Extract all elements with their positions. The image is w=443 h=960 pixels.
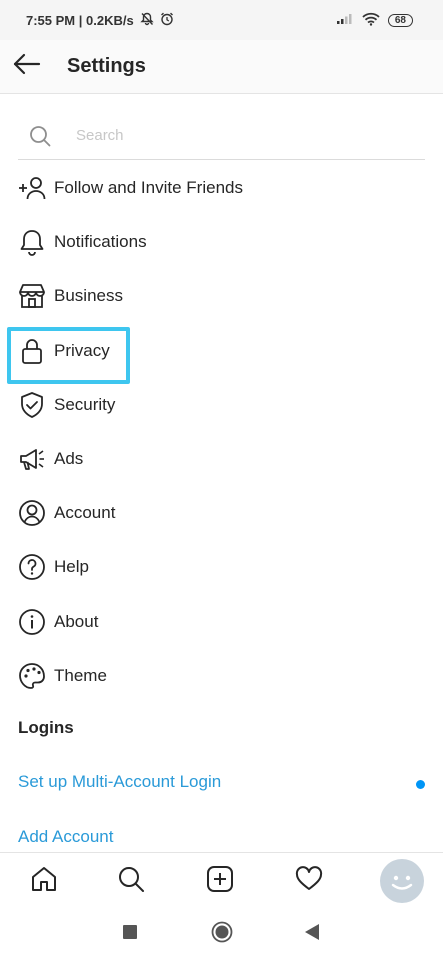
- wifi-icon: [362, 12, 380, 29]
- menu-item-theme[interactable]: Theme: [0, 649, 443, 703]
- menu-item-label: Security: [54, 394, 116, 414]
- alarm-icon: [160, 12, 174, 29]
- info-circle-icon: [17, 607, 47, 637]
- menu-item-business[interactable]: Business: [0, 269, 443, 323]
- menu-item-label: Theme: [54, 665, 107, 685]
- menu-item-security[interactable]: Security: [0, 378, 443, 432]
- menu-item-follow-invite[interactable]: Follow and Invite Friends: [0, 161, 443, 215]
- search-icon: [18, 125, 62, 147]
- menu-item-about[interactable]: About: [0, 595, 443, 649]
- home-icon: [30, 865, 58, 898]
- battery-indicator: 68: [387, 13, 413, 27]
- nav-home[interactable]: [24, 861, 64, 901]
- logins-section-title: Logins: [18, 718, 74, 737]
- app-header: Settings: [0, 40, 443, 94]
- menu-item-label: Help: [54, 557, 89, 577]
- square-icon: [123, 924, 137, 944]
- menu-item-label: Notifications: [54, 232, 147, 252]
- status-bar: 7:55 PM | 0.2KB/s 68: [0, 0, 443, 40]
- shield-check-icon: [17, 390, 47, 420]
- add-account-link[interactable]: Add Account: [18, 827, 113, 847]
- plus-square-icon: [206, 865, 234, 898]
- menu-item-label: Follow and Invite Friends: [54, 178, 243, 198]
- system-nav-bar: [0, 908, 443, 960]
- page-title: Settings: [67, 55, 146, 77]
- avatar[interactable]: [380, 859, 424, 903]
- megaphone-icon: [17, 444, 47, 474]
- storefront-icon: [17, 281, 47, 311]
- menu-item-help[interactable]: Help: [0, 540, 443, 594]
- notification-dot: [416, 780, 425, 789]
- menu-item-label: Business: [54, 286, 123, 306]
- menu-item-ads[interactable]: Ads: [0, 432, 443, 486]
- back-system-button[interactable]: [300, 922, 324, 946]
- recents-button[interactable]: [118, 922, 142, 946]
- nav-search[interactable]: [111, 861, 151, 901]
- nav-create[interactable]: [200, 861, 240, 901]
- help-circle-icon: [17, 552, 47, 582]
- multi-account-login-link[interactable]: Set up Multi-Account Login: [18, 772, 221, 792]
- search-icon: [117, 865, 145, 898]
- bell-icon: [17, 227, 47, 257]
- bottom-nav: [0, 852, 443, 908]
- menu-item-label: About: [54, 611, 99, 631]
- triangle-back-icon: [305, 923, 319, 945]
- circle-icon: [211, 921, 233, 948]
- palette-icon: [17, 661, 47, 691]
- menu-item-account[interactable]: Account: [0, 486, 443, 540]
- menu-item-privacy[interactable]: Privacy: [0, 324, 443, 384]
- status-time: 7:55 PM | 0.2KB/s: [26, 12, 134, 28]
- search-input[interactable]: [76, 127, 376, 144]
- home-system-button[interactable]: [210, 921, 234, 948]
- back-button[interactable]: [0, 40, 54, 94]
- signal-icon: [336, 13, 354, 28]
- menu-item-label: Ads: [54, 449, 84, 469]
- settings-menu: Follow and Invite Friends Notifications …: [0, 161, 443, 703]
- menu-item-label: Account: [54, 503, 116, 523]
- heart-icon: [295, 865, 323, 898]
- muted-bell-icon: [139, 12, 154, 29]
- search-bar[interactable]: [18, 112, 425, 160]
- account-circle-icon: [17, 498, 47, 528]
- back-arrow-icon: [13, 53, 41, 80]
- nav-activity[interactable]: [289, 861, 329, 901]
- add-person-icon: [17, 173, 47, 203]
- highlight-box: [7, 326, 130, 384]
- menu-item-notifications[interactable]: Notifications: [0, 215, 443, 269]
- smiley-face-icon: [391, 875, 413, 890]
